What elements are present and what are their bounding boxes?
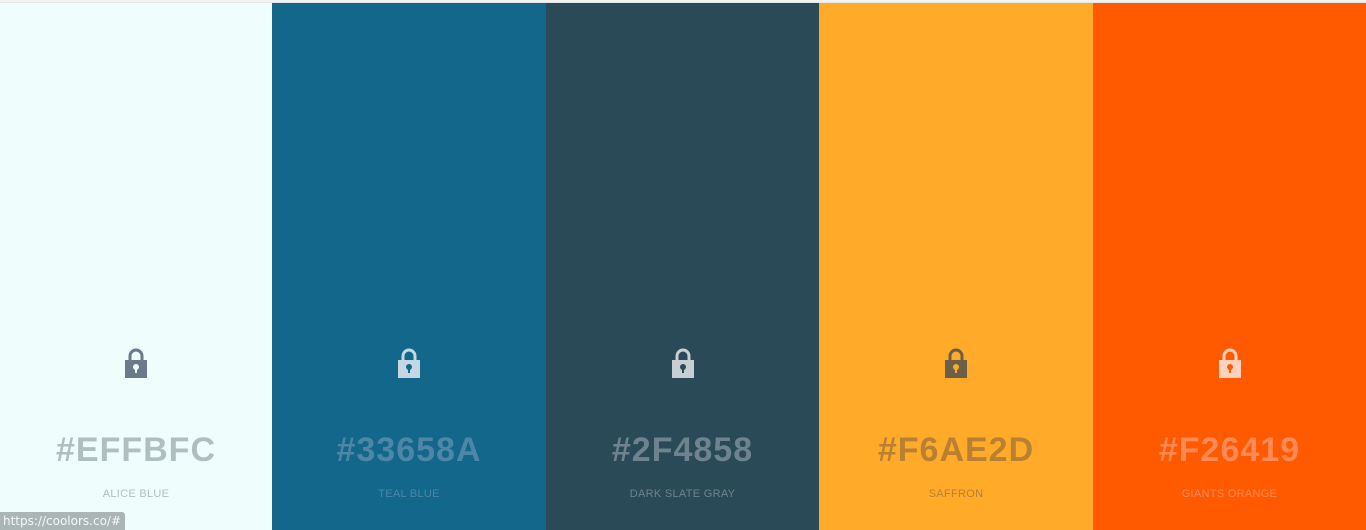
lock-icon[interactable] [124,347,148,379]
hex-code[interactable]: #F26419 [1093,431,1366,470]
lock-icon[interactable] [671,347,695,379]
swatch-teal-blue[interactable]: #33658A TEAL BLUE [272,3,546,530]
swatch-saffron[interactable]: #F6AE2D SAFFRON [819,3,1093,530]
hex-code[interactable]: #2F4858 [546,431,819,470]
status-bar-url: https://coolors.co/# [0,512,126,530]
color-name: ALICE BLUE [102,488,170,500]
swatch-dark-slate-gray[interactable]: #2F4858 DARK SLATE GRAY [546,3,819,530]
hex-code[interactable]: #EFFBFC [0,431,272,470]
lock-icon[interactable] [944,347,968,379]
color-name: TEAL BLUE [378,488,440,500]
swatch-alice-blue[interactable]: #EFFBFC ALICE BLUE [0,3,272,530]
lock-icon[interactable] [397,347,421,379]
color-name: GIANTS ORANGE [1181,488,1278,500]
hex-code[interactable]: #33658A [272,431,546,470]
swatch-giants-orange[interactable]: #F26419 GIANTS ORANGE [1093,3,1366,530]
color-name: DARK SLATE GRAY [629,488,736,500]
color-palette: #EFFBFC ALICE BLUE #33658A TEAL BLUE #2F… [0,3,1366,530]
hex-code[interactable]: #F6AE2D [819,431,1093,470]
color-name: SAFFRON [928,488,984,500]
lock-icon[interactable] [1218,347,1242,379]
